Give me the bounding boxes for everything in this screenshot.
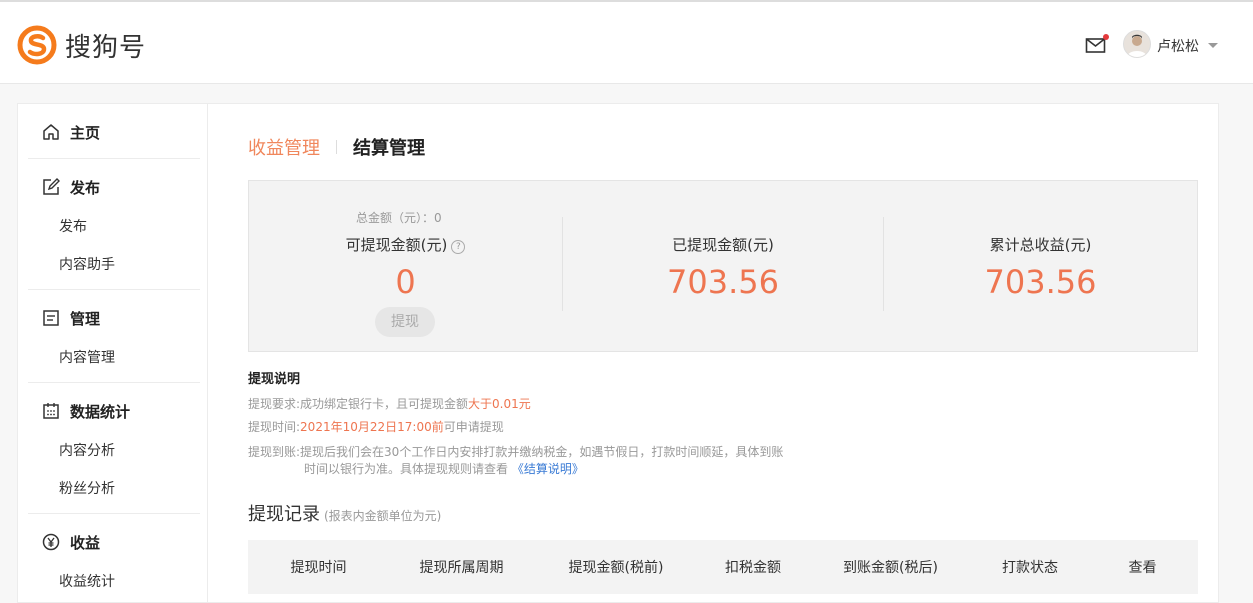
logo-text: 搜狗号	[65, 32, 147, 63]
notes-requirement: 提现要求:成功绑定银行卡，且可提现金额大于0.01元	[248, 393, 868, 416]
main-content: 收益管理 结算管理 总金额（元）：0 可提现金额(元)? 0 提现 已提现金额(…	[208, 103, 1219, 603]
time-highlight: 2021年10月22日17:00前	[300, 420, 444, 434]
withdrawable-column: 总金额（元）：0 可提现金额(元)? 0 提现	[249, 181, 562, 353]
requirement-text: 提现要求:成功绑定银行卡，且可提现金额	[248, 397, 469, 411]
calendar-icon	[42, 402, 60, 420]
user-name[interactable]: 卢松松	[1157, 36, 1199, 56]
sidebar-subitem-content-assistant[interactable]: 内容助手	[59, 254, 115, 274]
withdraw-button[interactable]: 提现	[375, 307, 435, 337]
divider	[28, 513, 200, 514]
withdrawable-value: 0	[395, 263, 416, 301]
column-header[interactable]: 查看	[1087, 557, 1198, 577]
tab-settlement-manage[interactable]: 结算管理	[353, 134, 425, 160]
sidebar-item-revenue[interactable]: 收益	[28, 530, 200, 554]
top-bar: 搜狗号 卢松松	[0, 0, 1253, 84]
divider	[28, 382, 200, 383]
requirement-highlight: 大于0.01元	[468, 397, 531, 411]
sidebar-item-manage[interactable]: 管理	[28, 306, 200, 330]
column-header: 提现时间	[290, 560, 347, 576]
divider	[28, 289, 200, 290]
cumulative-value: 703.56	[984, 263, 1097, 301]
withdrawable-label-text: 可提现金额(元)	[345, 236, 448, 254]
stats-panel: 总金额（元）：0 可提现金额(元)? 0 提现 已提现金额(元) 703.56 …	[248, 180, 1198, 352]
total-amount: 总金额（元）：0	[356, 211, 442, 225]
withdrawn-label: 已提现金额(元)	[672, 236, 774, 254]
sidebar-item-publish[interactable]: 发布	[28, 175, 200, 199]
sidebar-subitem-content-manage[interactable]: 内容管理	[59, 347, 115, 367]
column-header: 扣税金额	[725, 560, 781, 576]
avatar[interactable]	[1123, 30, 1151, 58]
sidebar-subitem-fans-analysis[interactable]: 粉丝分析	[59, 478, 115, 498]
column-header: 打款状态	[1002, 560, 1058, 576]
sidebar-item-label: 发布	[70, 178, 101, 197]
tab-revenue-manage[interactable]: 收益管理	[248, 134, 320, 160]
sogou-logo-icon	[17, 25, 57, 65]
notes-arrival: 提现到账:提现后我们会在30个工作日内安排打款并缴纳税金，如遇节假日，打款时间顺…	[248, 443, 868, 477]
sidebar-item-label: 管理	[70, 309, 101, 328]
sidebar-item-label: 数据统计	[70, 402, 131, 421]
help-icon[interactable]: ?	[451, 240, 466, 254]
home-icon	[42, 123, 60, 141]
withdraw-notes: 提现说明 提现要求:成功绑定银行卡，且可提现金额大于0.01元 提现时间:202…	[248, 368, 868, 477]
notes-time: 提现时间:2021年10月22日17:00前可申请提现	[248, 416, 868, 439]
unread-dot	[1103, 34, 1109, 40]
records-table-header: 提现时间 提现所属周期 提现金额(税前) 扣税金额 到账金额(税后) 打款状态 …	[248, 540, 1198, 594]
settlement-rules-link[interactable]: 《结算说明》	[512, 462, 584, 476]
sidebar-item-label: 主页	[70, 123, 101, 142]
cumulative-label: 累计总收益(元)	[989, 236, 1092, 254]
divider	[28, 158, 200, 159]
records-title: 提现记录 (报表内金额单位为元)	[248, 500, 441, 526]
arrival-text-line1: 提现到账:提现后我们会在30个工作日内安排打款并缴纳税金，如遇节假日，打款时间顺…	[248, 445, 784, 459]
tab-bar: 收益管理 结算管理	[248, 134, 425, 160]
column-header: 提现所属周期	[419, 560, 504, 576]
cumulative-column: 累计总收益(元) 703.56	[884, 181, 1197, 353]
edit-icon	[42, 178, 60, 196]
sidebar-item-data-stats[interactable]: 数据统计	[28, 399, 200, 423]
notes-title: 提现说明	[248, 372, 301, 387]
withdrawn-column: 已提现金额(元) 703.56	[563, 181, 883, 353]
column-header: 提现金额(税前)	[568, 560, 664, 576]
sidebar-subitem-publish[interactable]: 发布	[59, 216, 87, 236]
time-label: 提现时间:	[248, 420, 301, 434]
user-avatar-icon	[1127, 34, 1147, 57]
sidebar-subitem-content-analysis[interactable]: 内容分析	[59, 440, 115, 460]
sidebar-item-home[interactable]: 主页	[28, 120, 200, 144]
withdrawable-label: 可提现金额(元)?	[249, 234, 562, 255]
document-icon	[42, 309, 60, 327]
mail-button[interactable]	[1085, 34, 1109, 54]
column-header: 到账金额(税后)	[843, 560, 938, 576]
withdrawn-value: 703.56	[667, 263, 779, 301]
yen-icon	[42, 533, 60, 551]
arrival-text-line2-wrap: 时间以银行为准。具体提现规则请查看 《结算说明》	[248, 461, 868, 477]
records-subtitle: (报表内金额单位为元)	[324, 509, 442, 523]
caret-down-icon[interactable]	[1208, 43, 1218, 48]
records-title-text: 提现记录	[248, 504, 320, 525]
sidebar: 主页 发布 发布 内容助手 管理 内容管理 数据统计 内容分析 粉丝分析 收益 …	[17, 103, 208, 603]
time-suffix: 可申请提现	[443, 420, 504, 434]
tab-separator	[336, 140, 337, 154]
logo[interactable]: 搜狗号	[17, 25, 146, 65]
sidebar-subitem-revenue-stats[interactable]: 收益统计	[59, 571, 115, 591]
arrival-text-line2: 时间以银行为准。具体提现规则请查看	[304, 462, 509, 476]
sidebar-item-label: 收益	[70, 533, 101, 552]
